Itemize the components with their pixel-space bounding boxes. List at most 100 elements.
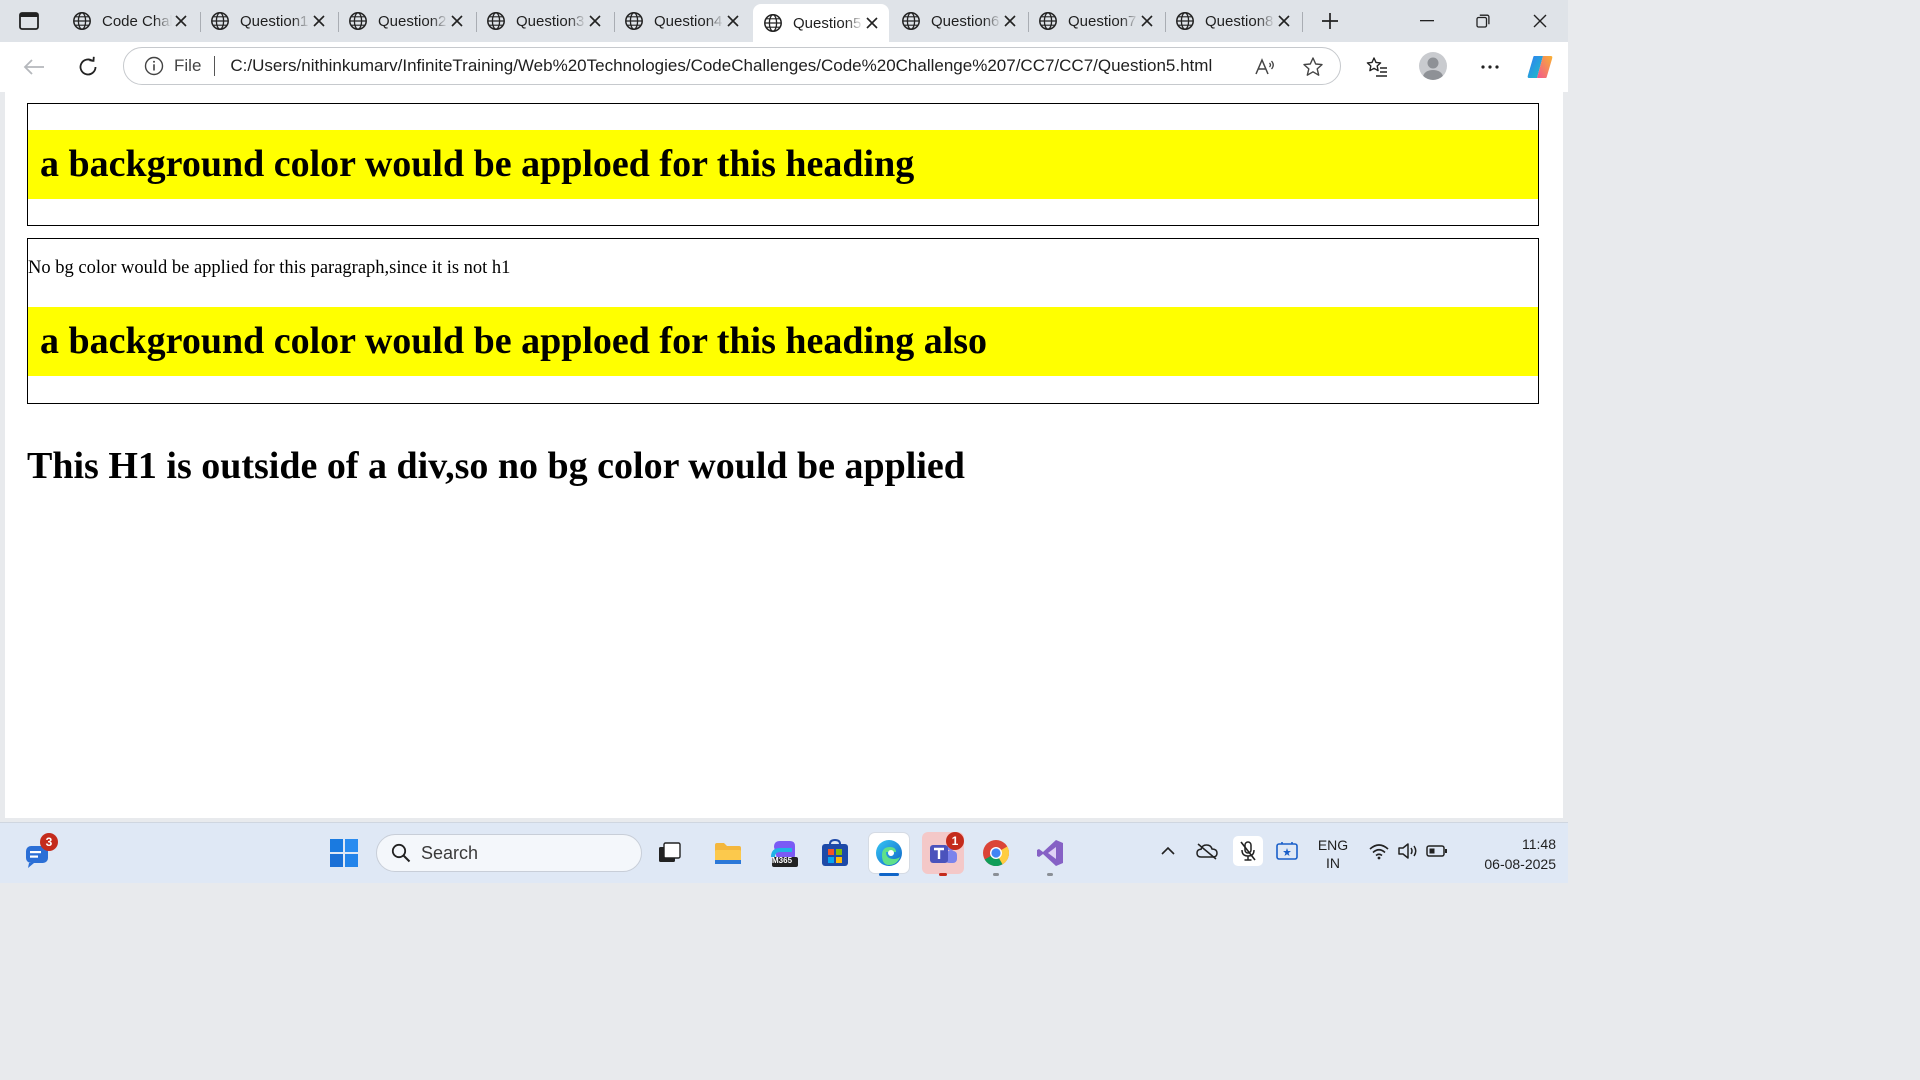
plus-icon xyxy=(1322,13,1338,29)
notification-badge: 3 xyxy=(40,833,58,851)
taskbar: 3 Search M365 1 ENG IN 11:48 06-08-2025 xyxy=(0,822,1568,883)
tab-close-button[interactable] xyxy=(1138,12,1156,30)
taskbar-search-box[interactable]: Search xyxy=(376,834,642,872)
file-explorer-button[interactable] xyxy=(710,835,746,871)
mic-muted-icon xyxy=(1240,841,1256,861)
copilot-button[interactable] xyxy=(1524,51,1556,83)
tab-question8[interactable]: Question8 xyxy=(1165,4,1301,38)
notifications-app-button[interactable]: 3 xyxy=(20,833,58,872)
visual-studio-button[interactable] xyxy=(1032,835,1068,871)
teams-badge: 1 xyxy=(946,832,964,850)
language-code: ENG xyxy=(1317,837,1349,853)
globe-icon xyxy=(1176,12,1194,30)
start-button[interactable] xyxy=(326,835,362,871)
clock-date: 06-08-2025 xyxy=(1484,856,1556,872)
language-indicator[interactable]: ENG IN xyxy=(1314,836,1352,872)
tab-title: Code Challenges xyxy=(102,12,172,30)
onedrive-button[interactable] xyxy=(1194,838,1220,864)
m365-app-button[interactable]: M365 xyxy=(766,835,802,871)
show-hidden-icons-button[interactable] xyxy=(1155,838,1181,864)
tab-title: Question7 xyxy=(1068,12,1137,30)
tab-title: Question4 xyxy=(654,12,723,30)
info-icon[interactable] xyxy=(144,56,164,76)
close-icon xyxy=(1141,15,1153,27)
favorites-button[interactable] xyxy=(1361,51,1393,83)
page-viewport: a background color would be apploed for … xyxy=(5,92,1563,818)
read-aloud-icon xyxy=(1255,58,1274,75)
tab-question6[interactable]: Question6 xyxy=(891,4,1027,38)
highlighted-heading-2: a background color would be apploed for … xyxy=(28,307,1538,376)
clock-time: 11:48 xyxy=(1522,836,1556,852)
close-icon xyxy=(1533,14,1547,28)
edge-icon xyxy=(876,840,902,866)
microphone-muted-button[interactable] xyxy=(1233,836,1263,866)
battery-button[interactable] xyxy=(1424,838,1450,864)
clock[interactable]: 11:48 06-08-2025 xyxy=(1456,834,1556,874)
chrome-button[interactable] xyxy=(978,835,1014,871)
chevron-up-icon xyxy=(1161,846,1175,855)
visual-studio-icon xyxy=(1037,840,1063,866)
close-window-button[interactable] xyxy=(1517,6,1563,36)
tab-close-button[interactable] xyxy=(310,12,328,30)
globe-icon xyxy=(349,12,367,30)
folder-icon xyxy=(715,843,741,864)
div-box-2: No bg color would be applied for this pa… xyxy=(27,238,1539,404)
store-button[interactable] xyxy=(817,835,853,871)
edge-active-indicator xyxy=(879,873,899,876)
minimize-button[interactable] xyxy=(1404,6,1450,36)
snip-tool-button[interactable] xyxy=(1274,838,1300,864)
tab-close-button[interactable] xyxy=(1275,12,1293,30)
read-aloud-button[interactable] xyxy=(1252,54,1278,80)
tab-close-button[interactable] xyxy=(1001,12,1019,30)
globe-icon xyxy=(764,14,782,32)
wifi-button[interactable] xyxy=(1366,838,1392,864)
battery-icon xyxy=(1426,845,1447,857)
tab-close-button[interactable] xyxy=(724,12,742,30)
scheme-label: File xyxy=(174,56,202,75)
tab-question3[interactable]: Question3 xyxy=(476,4,612,38)
tab-strip: Code Challenges Question1 Question2 Ques… xyxy=(0,0,1568,42)
paragraph: No bg color would be applied for this pa… xyxy=(28,258,511,278)
tab-question5[interactable]: Question5 xyxy=(753,4,889,42)
tab-close-button[interactable] xyxy=(586,12,604,30)
chrome-running-indicator xyxy=(993,873,999,876)
wifi-icon xyxy=(1369,844,1389,860)
tab-title: Question5 xyxy=(793,14,862,32)
task-view-button[interactable] xyxy=(652,835,688,871)
refresh-button[interactable] xyxy=(72,51,104,83)
tab-code-challenges[interactable]: Code Challenges xyxy=(62,4,198,38)
tab-question7[interactable]: Question7 xyxy=(1028,4,1164,38)
globe-icon xyxy=(211,12,229,30)
more-menu-button[interactable] xyxy=(1474,51,1506,83)
url-text[interactable]: C:/Users/nithinkumarv/InfiniteTraining/W… xyxy=(230,56,1212,76)
tab-question4[interactable]: Question4 xyxy=(614,4,750,38)
div-box-1: a background color would be apploed for … xyxy=(27,103,1539,226)
new-tab-button[interactable] xyxy=(1316,8,1344,34)
tab-actions-button[interactable] xyxy=(10,8,48,34)
tab-question1[interactable]: Question1 xyxy=(200,4,336,38)
browser-toolbar: File C:/Users/nithinkumarv/InfiniteTrain… xyxy=(0,42,1568,92)
favorite-star-button[interactable] xyxy=(1300,54,1326,80)
tab-close-button[interactable] xyxy=(172,12,190,30)
teams-button[interactable]: 1 xyxy=(922,832,964,874)
edge-button[interactable] xyxy=(869,833,909,873)
close-icon xyxy=(451,15,463,27)
outside-heading: This H1 is outside of a div,so no bg col… xyxy=(27,445,965,487)
favorites-list-icon xyxy=(1366,57,1387,77)
tab-close-button[interactable] xyxy=(448,12,466,30)
restore-button[interactable] xyxy=(1460,6,1506,36)
tab-title: Question3 xyxy=(516,12,585,30)
back-arrow-icon xyxy=(23,59,44,75)
profile-avatar[interactable] xyxy=(1419,52,1447,80)
region-code: IN xyxy=(1326,855,1340,871)
back-button[interactable] xyxy=(18,51,50,83)
globe-icon xyxy=(73,12,91,30)
tab-close-button[interactable] xyxy=(863,14,881,32)
person-icon xyxy=(1423,57,1443,80)
copilot-icon xyxy=(1527,56,1553,78)
address-bar[interactable]: File C:/Users/nithinkumarv/InfiniteTrain… xyxy=(123,47,1341,85)
address-divider xyxy=(214,56,216,76)
volume-button[interactable] xyxy=(1395,838,1421,864)
tab-question2[interactable]: Question2 xyxy=(338,4,474,38)
close-icon xyxy=(589,15,601,27)
